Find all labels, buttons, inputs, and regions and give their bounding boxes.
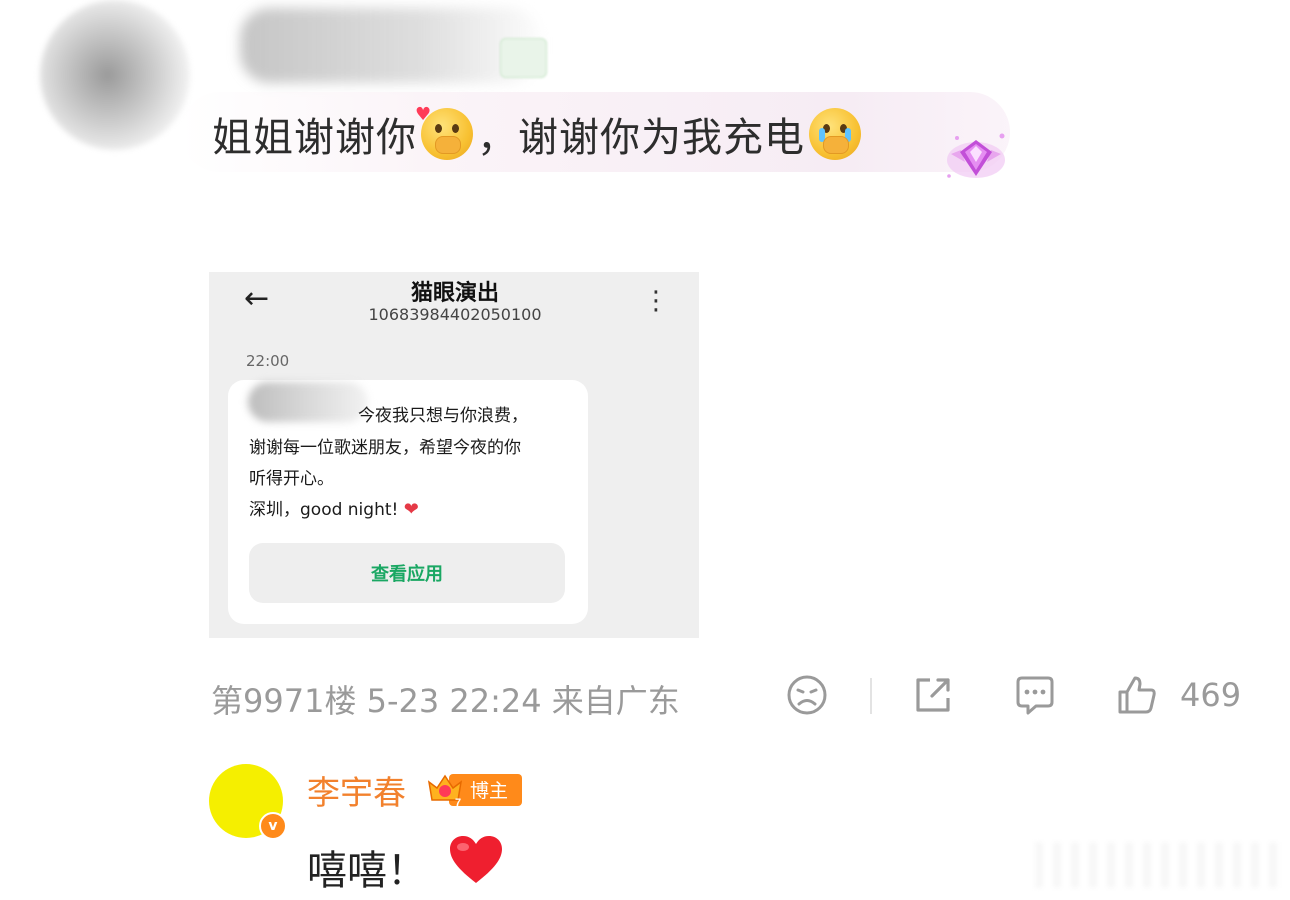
blurred-watermark	[1035, 842, 1285, 888]
crown-blogger-badge: 7 博主	[427, 774, 522, 808]
blurred-message-prefix	[248, 382, 368, 422]
sms-message-line-4: 深圳，good night! ❤	[249, 495, 419, 520]
sms-message-line-2: 谢谢每一位歌迷朋友，希望今夜的你	[249, 438, 521, 458]
verified-badge-icon: v	[259, 812, 287, 840]
reply-author-name[interactable]: 李宇春	[307, 766, 406, 814]
teary-hands-over-mouth-emoji-icon	[809, 108, 861, 160]
sms-sender-title: 猫眼演出	[410, 281, 499, 306]
sms-sender-number: 10683984402050100	[368, 305, 542, 324]
blushing-hands-heart-emoji-icon: ♥	[415, 106, 473, 160]
share-icon[interactable]	[910, 672, 956, 718]
blurred-avatar	[40, 0, 190, 150]
like-count: 469	[1180, 676, 1242, 714]
sms-message-line-4-text: 深圳，good night!	[249, 500, 399, 520]
red-heart-emoji-icon	[450, 836, 502, 883]
comment-text: 姐姐谢谢你 ♥ ，谢谢你为我充电	[212, 104, 865, 164]
badge-label: 博主	[470, 780, 508, 802]
more-vertical-icon: ⋮	[643, 286, 669, 316]
reply-text: 嘻嘻！	[307, 848, 427, 894]
sms-message-line-1: 今夜我只想与你浪费，	[358, 406, 528, 426]
comment-icon[interactable]	[1012, 672, 1058, 718]
thumbs-up-icon[interactable]	[1114, 672, 1160, 718]
blurred-username	[240, 8, 540, 83]
view-app-button: 查看应用	[249, 543, 565, 603]
badge-level: 7	[455, 797, 461, 808]
blurred-badge	[500, 38, 547, 78]
heart-icon: ❤	[403, 499, 419, 520]
dislike-face-icon[interactable]	[784, 672, 830, 718]
sms-message-line-3: 听得开心。	[249, 469, 334, 489]
comment-text-part2: ，谢谢你为我充电	[477, 115, 805, 161]
sms-time: 22:00	[246, 352, 290, 370]
comment-meta: 第9971楼 5-23 22:24 来自广东	[211, 682, 680, 720]
divider	[870, 678, 872, 714]
purple-diamond-fan-badge-icon	[947, 133, 1005, 178]
comment-text-part1: 姐姐谢谢你	[212, 115, 417, 161]
